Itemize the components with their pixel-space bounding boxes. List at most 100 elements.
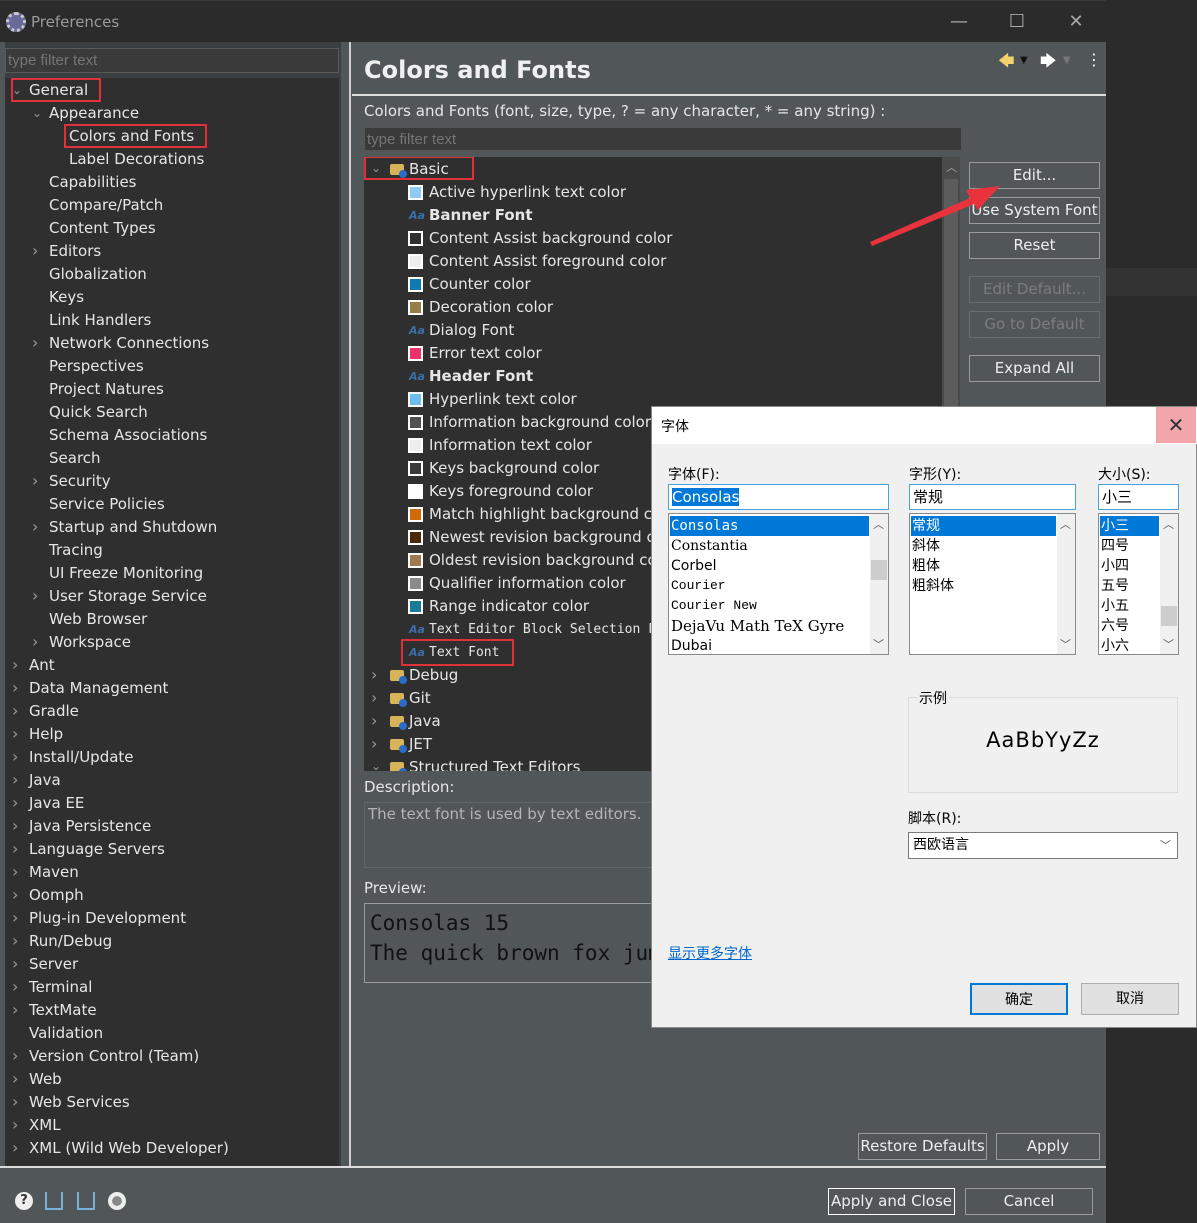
size-list[interactable]: 小三 四号 小四 五号 小五 六号 小六 ︿ ﹀ [1098, 513, 1179, 655]
chevron-right-icon[interactable]: › [371, 711, 377, 730]
chevron-right-icon[interactable]: › [32, 632, 38, 651]
chevron-right-icon[interactable]: › [32, 586, 38, 605]
color-font-item[interactable]: Match highlight background color [429, 503, 681, 526]
chevron-down-icon[interactable]: ⌄ [32, 106, 42, 120]
scroll-thumb[interactable] [871, 560, 887, 580]
tree-item[interactable]: Compare/Patch [49, 194, 163, 217]
color-font-item[interactable]: Range indicator color [429, 595, 589, 618]
tree-item[interactable]: Content Types [49, 217, 156, 240]
tree-item[interactable]: Security [49, 470, 111, 493]
scroll-up-icon[interactable]: ︿ [873, 516, 884, 532]
list-option[interactable]: 粗斜体 [911, 576, 1056, 596]
chevron-right-icon[interactable]: › [12, 862, 18, 881]
show-more-fonts-link[interactable]: 显示更多字体 [668, 943, 752, 963]
back-dropdown-icon[interactable]: ▼ [1020, 55, 1028, 66]
dialog-cancel-button[interactable]: 取消 [1081, 983, 1179, 1015]
style-list[interactable]: 常规 斜体 粗体 粗斜体 ︿ ﹀ [909, 513, 1076, 655]
tree-item[interactable]: Project Natures [49, 378, 164, 401]
list-option[interactable]: 四号 [1100, 536, 1159, 556]
tree-item[interactable]: Oomph [29, 884, 84, 907]
more-icon[interactable]: ⋮ [1086, 50, 1102, 69]
tree-item[interactable]: Globalization [49, 263, 147, 286]
scroll-up-icon[interactable]: ︿ [946, 159, 957, 175]
color-font-item[interactable]: Keys foreground color [429, 480, 593, 503]
tree-item[interactable]: Capabilities [49, 171, 137, 194]
list-option[interactable]: 小六 [1100, 636, 1159, 654]
tree-item[interactable]: Terminal [29, 976, 92, 999]
tree-item[interactable]: XML (Wild Web Developer) [29, 1137, 229, 1160]
list-option[interactable]: 粗体 [911, 556, 1056, 576]
tree-item[interactable]: Web [29, 1068, 62, 1091]
color-font-item[interactable]: Error text color [429, 342, 542, 365]
color-font-item[interactable]: Text Editor Block Selection Font [429, 618, 679, 641]
list-option[interactable]: 小四 [1100, 556, 1159, 576]
color-font-item[interactable]: Counter color [429, 273, 531, 296]
list-option[interactable]: Constantia [670, 536, 869, 556]
tree-item[interactable]: Server [29, 953, 78, 976]
tree-item[interactable]: Web Services [29, 1091, 130, 1114]
tree-item[interactable]: Plug-in Development [29, 907, 186, 930]
tree-item[interactable]: Editors [49, 240, 101, 263]
chevron-right-icon[interactable]: › [371, 665, 377, 684]
tree-item[interactable]: Maven [29, 861, 79, 884]
apply-button[interactable]: Apply [996, 1133, 1100, 1160]
list-option[interactable]: Dubai [670, 636, 869, 654]
ok-button[interactable]: 确定 [970, 983, 1068, 1015]
category-item[interactable]: JET [409, 733, 432, 756]
import-icon[interactable] [45, 1192, 63, 1210]
list-option[interactable]: 斜体 [911, 536, 1056, 556]
chevron-right-icon[interactable]: › [32, 333, 38, 352]
scroll-down-icon[interactable]: ﹀ [873, 636, 884, 652]
tree-item[interactable]: Keys [49, 286, 84, 309]
pane-sash[interactable] [349, 42, 351, 1168]
tree-item[interactable]: Search [49, 447, 101, 470]
record-icon[interactable] [108, 1192, 126, 1210]
chevron-right-icon[interactable]: › [12, 655, 18, 674]
color-font-item[interactable]: Active hyperlink text color [429, 181, 626, 204]
list-scrollbar[interactable]: ︿ ﹀ [870, 514, 888, 654]
list-option[interactable]: 常规 [911, 516, 1056, 536]
category-item[interactable]: Structured Text Editors [409, 756, 580, 771]
tree-item[interactable]: Java Persistence [29, 815, 151, 838]
color-font-item[interactable]: Qualifier information color [429, 572, 626, 595]
chevron-right-icon[interactable]: › [12, 839, 18, 858]
tree-item[interactable]: Java [29, 769, 61, 792]
chevron-right-icon[interactable]: › [12, 1069, 18, 1088]
list-scrollbar[interactable]: ︿ ﹀ [1057, 514, 1075, 654]
list-option[interactable]: Courier [670, 576, 869, 596]
export-icon[interactable] [77, 1192, 95, 1210]
minimize-button[interactable]: — [944, 11, 974, 32]
list-option[interactable]: Courier New [670, 596, 869, 616]
chevron-right-icon[interactable]: › [12, 701, 18, 720]
scroll-up-icon[interactable]: ︿ [1060, 516, 1071, 532]
chevron-right-icon[interactable]: › [12, 1115, 18, 1134]
font-input[interactable]: Consolas [668, 484, 889, 510]
tree-item[interactable]: UI Freeze Monitoring [49, 562, 203, 585]
chevron-right-icon[interactable]: › [12, 885, 18, 904]
list-option[interactable]: 六号 [1100, 616, 1159, 636]
forward-arrow-icon[interactable]: 🡆 [1040, 50, 1057, 77]
forward-dropdown-icon[interactable]: ▼ [1063, 55, 1071, 66]
preference-filter-input[interactable] [5, 48, 339, 73]
tree-item[interactable]: Schema Associations [49, 424, 207, 447]
chevron-right-icon[interactable]: › [371, 734, 377, 753]
tree-item[interactable]: Workspace [49, 631, 131, 654]
chevron-right-icon[interactable]: › [12, 1138, 18, 1157]
tree-item[interactable]: Run/Debug [29, 930, 112, 953]
color-font-item[interactable]: Content Assist foreground color [429, 250, 666, 273]
cancel-button[interactable]: Cancel [965, 1188, 1093, 1215]
tree-item[interactable]: Language Servers [29, 838, 165, 861]
tree-item[interactable]: Web Browser [49, 608, 147, 631]
tree-item[interactable]: Perspectives [49, 355, 144, 378]
chevron-right-icon[interactable]: › [32, 241, 38, 260]
category-item[interactable]: Java [409, 710, 441, 733]
close-button[interactable]: ✕ [1061, 11, 1091, 32]
script-select[interactable]: 西欧语言 ﹀ [908, 832, 1178, 859]
go-to-default-button[interactable]: Go to Default [969, 311, 1100, 338]
tree-item[interactable]: Validation [29, 1022, 103, 1045]
tree-item[interactable]: Data Management [29, 677, 168, 700]
tree-item[interactable]: Network Connections [49, 332, 209, 355]
chevron-right-icon[interactable]: › [12, 1092, 18, 1111]
chevron-right-icon[interactable]: › [12, 770, 18, 789]
color-font-item[interactable]: Oldest revision background color [429, 549, 676, 572]
